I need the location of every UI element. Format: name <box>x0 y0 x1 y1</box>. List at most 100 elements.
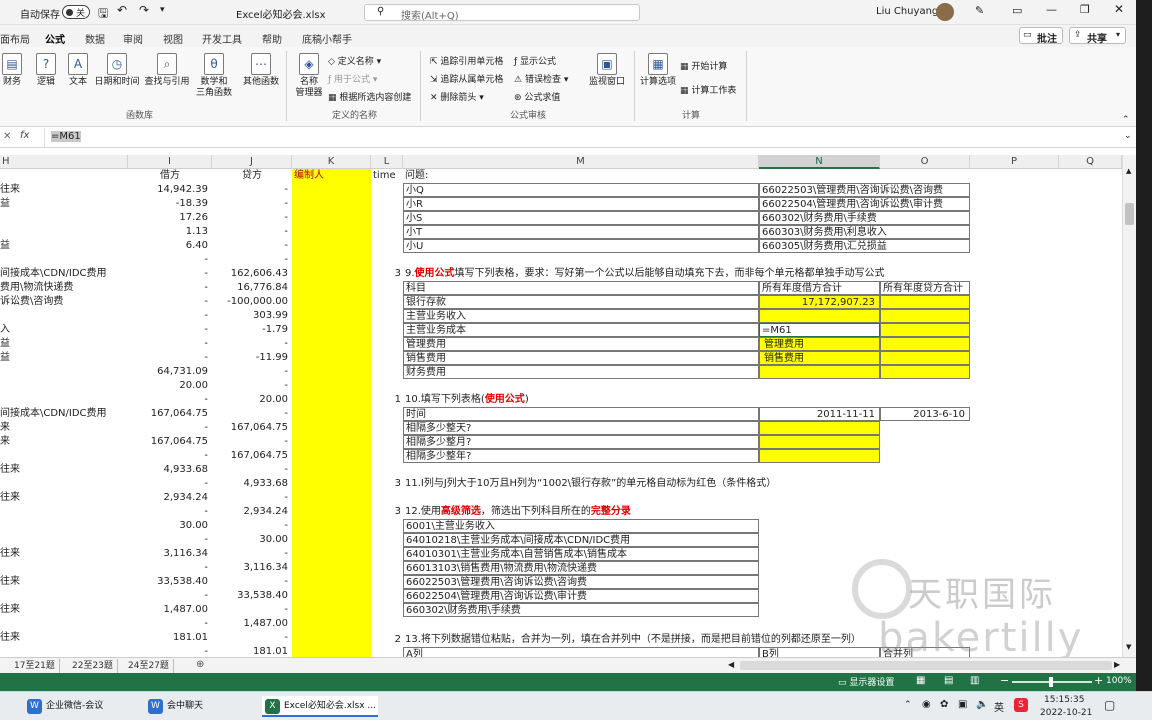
cell-j[interactable]: 16,776.84 <box>212 281 292 295</box>
q12-score[interactable]: 3 <box>371 505 403 519</box>
zoom-out-icon[interactable]: − <box>1000 674 1009 687</box>
scroll-down-icon[interactable]: ▼ <box>1126 643 1131 651</box>
cell-h[interactable]: 益 <box>0 197 128 211</box>
cell-j[interactable]: 303.99 <box>212 309 292 323</box>
calc-options-button[interactable]: ▦ 计算选项 <box>638 53 678 88</box>
cell-i[interactable]: 33,538.40 <box>128 575 212 589</box>
datetime-button[interactable]: ◷ 日期和时间 <box>94 53 140 88</box>
cell-i[interactable]: - <box>128 267 212 281</box>
time-row-label[interactable]: 相隔多少整年? <box>403 449 759 463</box>
add-sheet-icon[interactable]: ⊕ <box>196 659 204 670</box>
math-button[interactable]: θ 数学和 三角函数 <box>194 53 234 99</box>
cell-j[interactable]: - <box>212 379 292 393</box>
zoom-in-icon[interactable]: + <box>1094 674 1103 687</box>
credit-total-cell[interactable] <box>880 309 970 323</box>
cell-i[interactable]: - <box>128 351 212 365</box>
cell-j[interactable]: - <box>212 463 292 477</box>
show-formulas-button[interactable]: ƒ 显示公式 <box>514 54 556 67</box>
cell-h[interactable] <box>0 477 128 491</box>
cell-h[interactable]: 益 <box>0 239 128 253</box>
tab-audit-helper[interactable]: 底稿小帮手 <box>302 31 352 46</box>
cell-j[interactable]: - <box>212 407 292 421</box>
cell-h[interactable]: 入 <box>0 323 128 337</box>
expand-formula-bar-icon[interactable]: ⌄ <box>1124 131 1132 141</box>
vertical-scrollbar[interactable]: ▲ ▼ <box>1122 155 1136 657</box>
cell-j[interactable]: 167,064.75 <box>212 449 292 463</box>
clock-date[interactable]: 2022-10-21 <box>1040 708 1092 718</box>
credit-total-cell[interactable] <box>880 365 970 379</box>
text-button[interactable]: A 文本 <box>64 53 92 88</box>
cell-i[interactable]: 1.13 <box>128 225 212 239</box>
cell-h[interactable]: 诉讼费\咨询费 <box>0 295 128 309</box>
q10-prompt[interactable]: 10.填写下列表格(使用公式) <box>405 393 705 407</box>
logical-button[interactable]: ? 逻辑 <box>32 53 60 88</box>
minimize-icon[interactable]: — <box>1046 3 1057 16</box>
cell-h[interactable]: 往来 <box>0 183 128 197</box>
avatar[interactable] <box>936 3 954 21</box>
cell-i[interactable]: - <box>128 253 212 267</box>
cell-h[interactable] <box>0 309 128 323</box>
q11-prompt[interactable]: 11.I列与J列大于10万且H列为“1002\银行存款”的单元格自动标为红色（条… <box>405 477 1005 491</box>
share-button[interactable]: ⇪ 共享 ▾ <box>1069 27 1126 45</box>
account-cell[interactable]: 66022503\管理费用\咨询诉讼费\咨询费 <box>759 183 970 197</box>
col-header-p[interactable]: P <box>970 155 1059 169</box>
col-header-m[interactable]: M <box>403 155 759 169</box>
cell-j[interactable]: 20.00 <box>212 393 292 407</box>
notification-icon[interactable]: ▢ <box>1104 698 1115 712</box>
more-functions-button[interactable]: ⋯ 其他函数 <box>240 53 282 88</box>
col-header-i[interactable]: I <box>128 155 212 169</box>
cell-j[interactable]: - <box>212 491 292 505</box>
sheet-tab[interactable]: 17至21题 <box>10 659 60 673</box>
q13-score[interactable]: 2 <box>371 633 403 647</box>
tray-app-icon[interactable]: ✿ <box>940 699 948 710</box>
clock-time[interactable]: 15:15:35 <box>1044 695 1084 705</box>
cell-i[interactable]: 167,064.75 <box>128 435 212 449</box>
subject-cell[interactable]: 银行存款 <box>403 295 759 309</box>
tab-page-layout[interactable]: 面布局 <box>0 31 30 46</box>
cell-j[interactable]: - <box>212 225 292 239</box>
scroll-up-icon[interactable]: ▲ <box>1126 167 1131 175</box>
sheet-tab[interactable]: 24至27题 <box>124 659 174 673</box>
cell-i[interactable]: 17.26 <box>128 211 212 225</box>
cell-j[interactable]: 2,934.24 <box>212 505 292 519</box>
table-header[interactable]: 所有年度借方合计 <box>759 281 880 295</box>
evaluate-formula-button[interactable]: ⊛ 公式求值 <box>514 90 560 103</box>
credit-total-cell[interactable] <box>880 323 970 337</box>
cell-j[interactable]: 4,933.68 <box>212 477 292 491</box>
sogou-icon[interactable]: S <box>1014 698 1028 712</box>
date-end-cell[interactable]: 2013-6-10 <box>880 407 970 421</box>
subject-cell[interactable]: 销售费用 <box>403 351 759 365</box>
cell-j[interactable]: 33,538.40 <box>212 589 292 603</box>
filter-account-cell[interactable]: 66022503\管理费用\咨询诉讼费\咨询费 <box>403 575 759 589</box>
collapse-ribbon-icon[interactable]: ⌃ <box>1122 115 1130 125</box>
scroll-thumb[interactable] <box>1125 203 1134 225</box>
cell-i[interactable]: - <box>128 533 212 547</box>
cell-i[interactable]: - <box>128 449 212 463</box>
cell-i[interactable]: 64,731.09 <box>128 365 212 379</box>
cell-i[interactable]: 30.00 <box>128 519 212 533</box>
cell-i[interactable]: 20.00 <box>128 379 212 393</box>
q12-prompt[interactable]: 12.使用高级筛选，筛选出下列科目所在的完整分录 <box>405 505 805 519</box>
input-method-icon[interactable]: 英 <box>994 699 1004 714</box>
cell-j[interactable]: -1.79 <box>212 323 292 337</box>
network-icon[interactable]: ▣ <box>958 699 967 710</box>
account-cell[interactable]: 660303\财务费用\利息收入 <box>759 225 970 239</box>
cell-i[interactable]: - <box>128 323 212 337</box>
cell-j[interactable]: - <box>212 183 292 197</box>
cell-h[interactable]: 往来 <box>0 463 128 477</box>
use-in-formula-button[interactable]: ƒ 用于公式 ▾ <box>328 72 377 85</box>
filter-account-cell[interactable]: 66013103\销售费用\物流费用\物流快递费 <box>403 561 759 575</box>
cell-h[interactable] <box>0 589 128 603</box>
cell-h[interactable]: 间接成本\CDN/IDC费用 <box>0 407 128 421</box>
col-header-j[interactable]: J <box>212 155 292 169</box>
autosave-toggle[interactable]: 关 <box>62 5 90 19</box>
cell-h[interactable] <box>0 225 128 239</box>
zoom-level[interactable]: 100% <box>1106 676 1132 686</box>
cell-i[interactable]: - <box>128 309 212 323</box>
cell-i[interactable]: - <box>128 505 212 519</box>
close-icon[interactable]: ✕ <box>1114 2 1124 16</box>
cell-i[interactable]: 14,942.39 <box>128 183 212 197</box>
cell-i[interactable]: - <box>128 421 212 435</box>
tab-data[interactable]: 数据 <box>85 31 105 46</box>
time-row-label[interactable]: 相隔多少整天? <box>403 421 759 435</box>
